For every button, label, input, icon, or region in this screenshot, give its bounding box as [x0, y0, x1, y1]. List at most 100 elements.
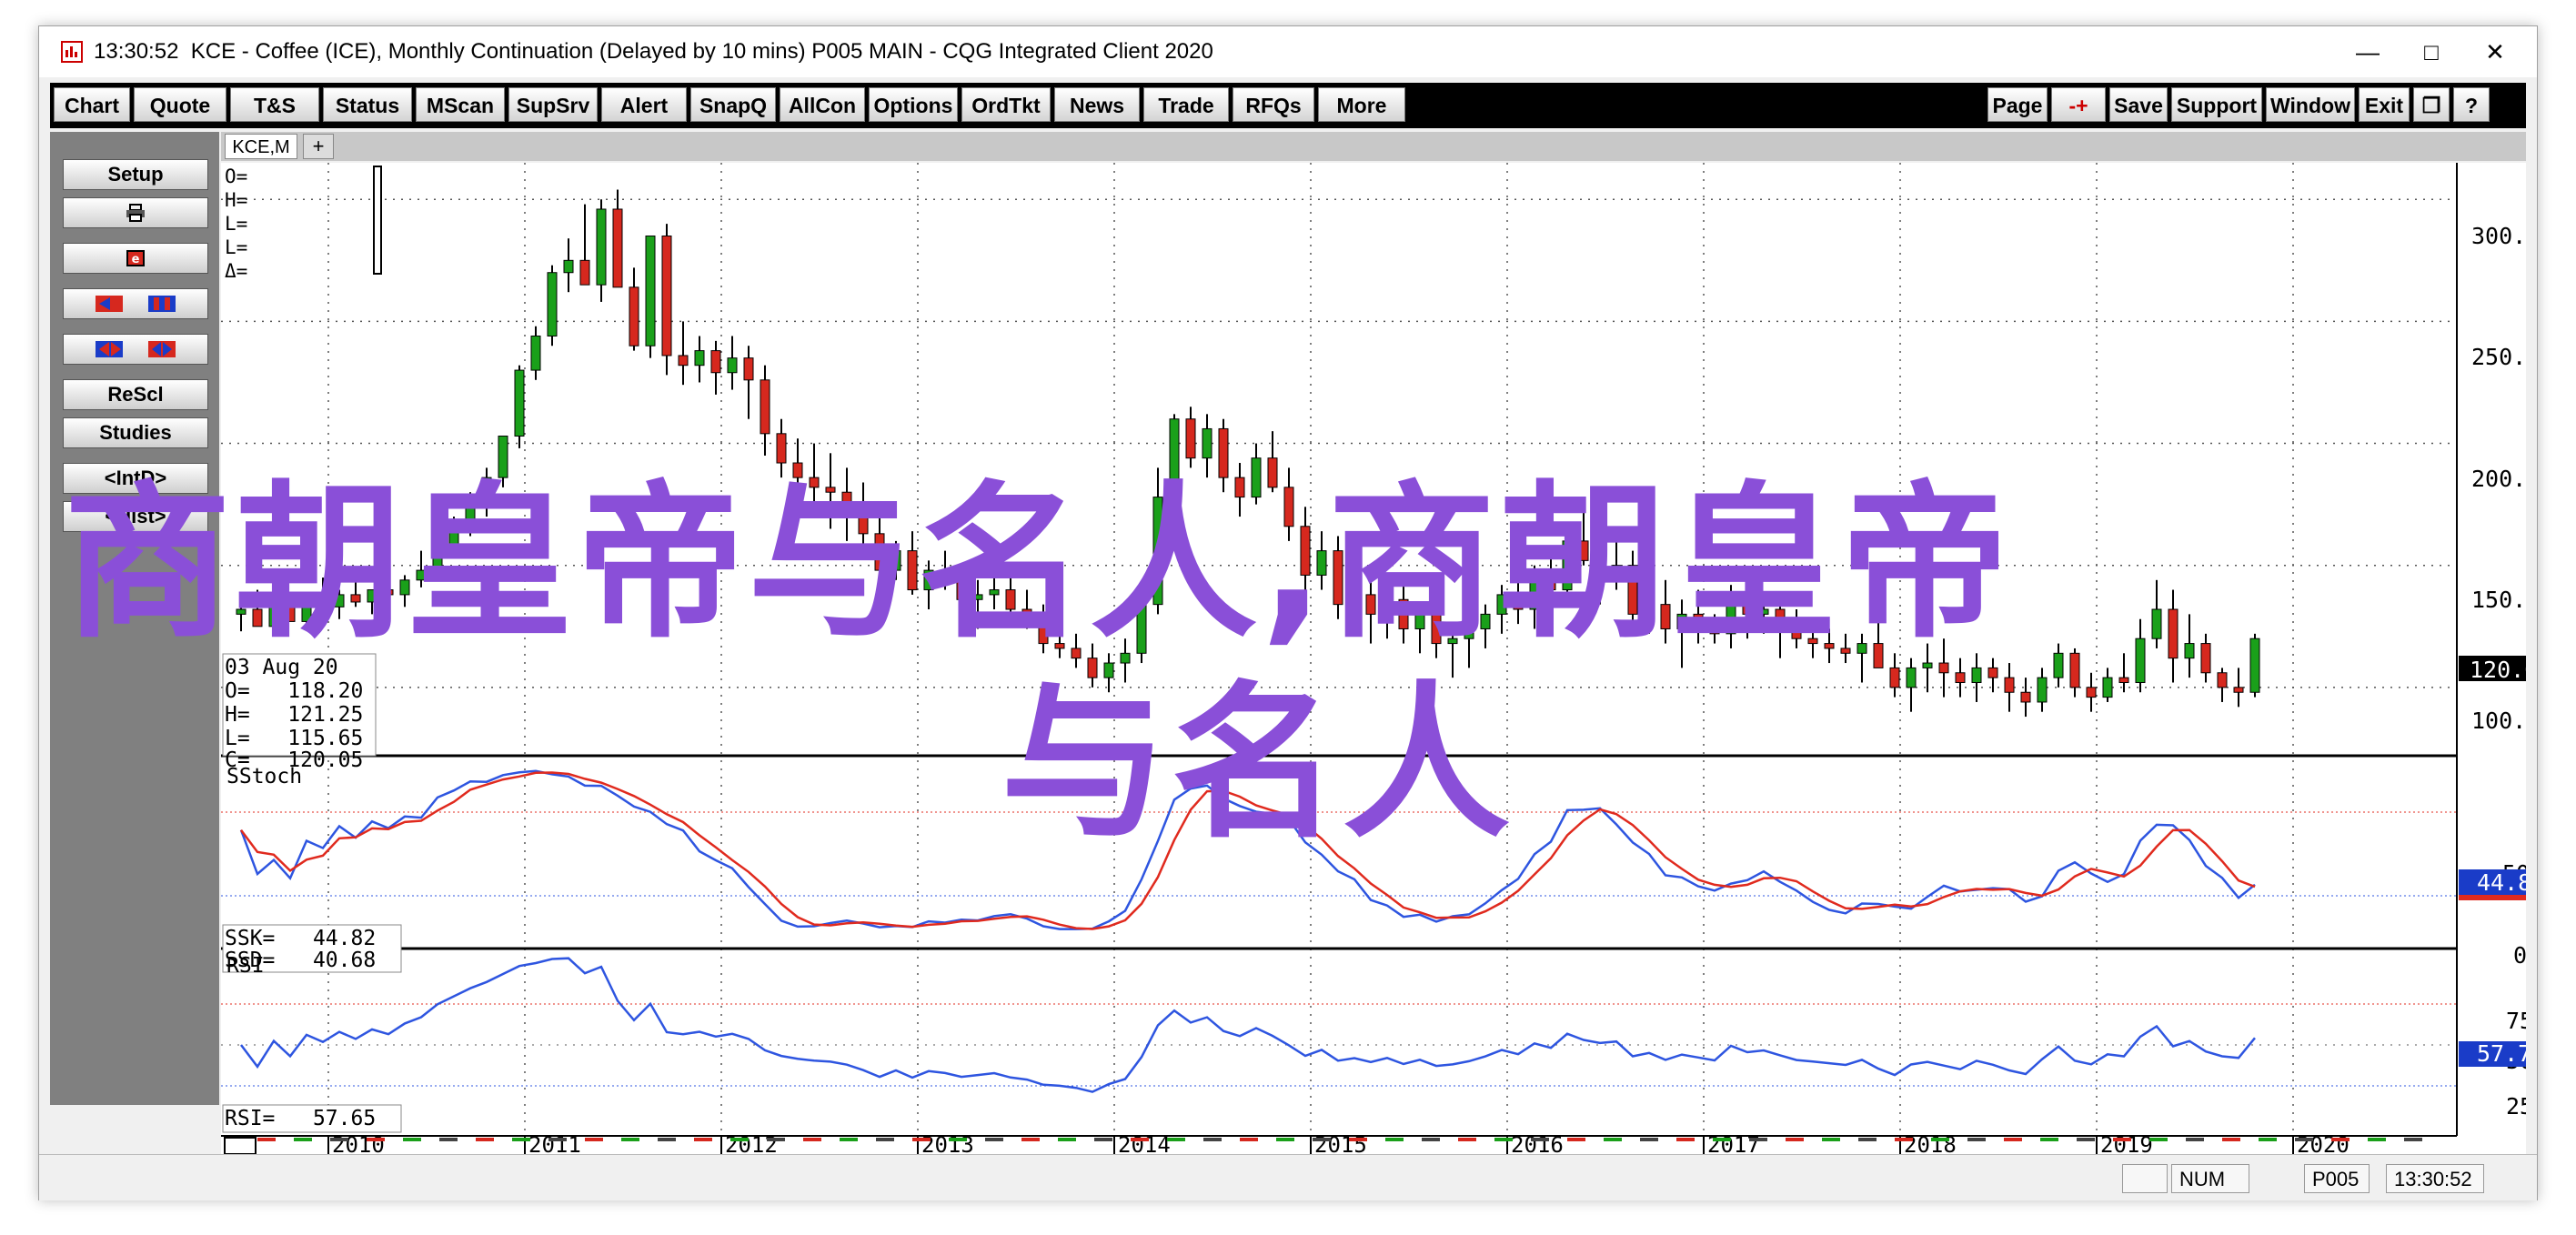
minimize-button[interactable]: — — [2340, 34, 2395, 70]
session-strip-segment — [1713, 1138, 1731, 1141]
session-strip-segment — [876, 1138, 894, 1141]
candle-body — [1545, 574, 1556, 591]
session-strip-segment — [367, 1138, 385, 1141]
toolbar-exit-button[interactable]: Exit — [2359, 87, 2410, 122]
session-strip-segment — [1858, 1138, 1877, 1141]
toolbar-window-button[interactable]: Window — [2266, 87, 2355, 122]
link-chart-icon[interactable]: e — [63, 243, 208, 274]
maximize-button[interactable]: □ — [2404, 34, 2459, 70]
window-title: 13:30:52 KCE - Coffee (ICE), Monthly Con… — [94, 39, 1213, 64]
candle-body — [514, 369, 525, 437]
toolbar-page-button[interactable]: Page — [1987, 87, 2048, 122]
cqg-app-icon — [61, 41, 83, 63]
toolbar-mscan-button[interactable]: MScan — [416, 87, 505, 122]
history-button[interactable]: <Hist> — [63, 501, 208, 532]
toolbar-chart-button[interactable]: Chart — [54, 87, 130, 122]
cursor-open: O= 118.20 — [225, 679, 363, 703]
toolbar-quote-button[interactable]: Quote — [134, 87, 226, 122]
candle-body — [2151, 608, 2162, 639]
toolbar-ordtkt-button[interactable]: OrdTkt — [961, 87, 1051, 122]
setup-button[interactable]: Setup — [63, 159, 208, 190]
close-button[interactable]: ✕ — [2468, 34, 2522, 70]
candle-body — [1021, 608, 1032, 620]
session-strip-segment — [476, 1138, 494, 1141]
toolbar-trade-button[interactable]: Trade — [1143, 87, 1229, 122]
toolbar-supsrv-button[interactable]: SupSrv — [508, 87, 598, 122]
rsi-value: RSI= 57.65 — [225, 1107, 376, 1130]
candle-body — [383, 589, 394, 596]
session-strip-segment — [1895, 1138, 1913, 1141]
rsi-tick: 75 — [2506, 1008, 2526, 1034]
toolbar-options-button[interactable]: Options — [869, 87, 958, 122]
candle-body — [1578, 540, 1589, 561]
toolbar-allcon-button[interactable]: AllCon — [780, 87, 865, 122]
candle-body — [1496, 594, 1507, 615]
candle-body — [1365, 594, 1376, 615]
candle-body — [1595, 559, 1605, 571]
session-strip-segment — [1967, 1138, 1986, 1141]
candle-body — [1693, 613, 1704, 625]
print-icon[interactable] — [63, 197, 208, 228]
session-strip-segment — [1640, 1138, 1658, 1141]
session-strip-segment — [1604, 1138, 1622, 1141]
candle-body — [268, 606, 279, 628]
session-strip-segment — [1313, 1138, 1331, 1141]
sstoch-tick: 0 — [2513, 942, 2526, 969]
intraday-button[interactable]: <IntD> — [63, 463, 208, 494]
zoom-chart-icons[interactable] — [63, 334, 208, 365]
session-strip-segment — [1422, 1138, 1440, 1141]
cursor-high: H= 121.25 — [225, 703, 363, 727]
price-chart[interactable]: 300.00 250.00 200.00 150.00 100.00 120.0… — [221, 163, 2526, 1154]
toolbar-ts-button[interactable]: T&S — [230, 87, 319, 122]
candle-body — [1087, 658, 1098, 678]
session-strip-segment — [1531, 1138, 1549, 1141]
session-strip-segment — [2186, 1138, 2204, 1141]
candle-body — [1267, 457, 1278, 488]
title-bar[interactable]: 13:30:52 KCE - Coffee (ICE), Monthly Con… — [39, 26, 2537, 77]
candle-body — [1398, 598, 1409, 629]
candle-body — [1775, 608, 1786, 625]
time-scroll-box[interactable] — [224, 1137, 257, 1154]
toolbar-status-button[interactable]: Status — [323, 87, 412, 122]
candle-body — [2217, 672, 2228, 688]
tab-kce-monthly[interactable]: KCE,M — [225, 134, 297, 159]
year-tick-label: 2019 — [2100, 1132, 2153, 1154]
status-num: NUM — [2171, 1164, 2249, 1193]
candle-body — [465, 501, 476, 527]
session-strip-segment — [621, 1138, 639, 1141]
toolbar-news-button[interactable]: News — [1054, 87, 1140, 122]
toolbar-snapq-button[interactable]: SnapQ — [690, 87, 776, 122]
toolbar-alert-button[interactable]: Alert — [601, 87, 687, 122]
candle-body — [1873, 643, 1884, 668]
candle-body — [563, 259, 574, 274]
candle-body — [498, 436, 508, 478]
rescale-button[interactable]: ReScl — [63, 379, 208, 410]
toolbar-restore-icon[interactable]: ❐ — [2413, 87, 2450, 122]
candle-body — [825, 487, 836, 493]
candle-body — [1955, 672, 1966, 684]
toolbar-help-button[interactable]: ? — [2453, 87, 2490, 122]
candle-body — [792, 462, 803, 478]
session-strip-segment — [1931, 1138, 1949, 1141]
candle-body — [2233, 687, 2244, 693]
candle-body — [285, 606, 296, 622]
candle-body — [350, 594, 361, 603]
candle-body — [1529, 574, 1540, 610]
toolbar-rfqs-button[interactable]: RFQs — [1233, 87, 1314, 122]
scroll-chart-icons[interactable] — [63, 288, 208, 319]
toolbar-save-button[interactable]: Save — [2109, 87, 2168, 122]
toolbar-font-size-button[interactable]: -+ — [2051, 87, 2106, 122]
sstoch-title: SStoch — [226, 765, 302, 788]
session-strip-segment — [2295, 1138, 2313, 1141]
candle-body — [481, 477, 492, 503]
toolbar-more-button[interactable]: More — [1318, 87, 1405, 122]
year-tick-label: 2013 — [921, 1132, 974, 1154]
session-strip-segment — [2149, 1138, 2168, 1141]
toolbar-support-button[interactable]: Support — [2171, 87, 2262, 122]
candle-body — [579, 259, 590, 286]
session-strip-segment — [403, 1138, 421, 1141]
session-strip-segment — [1058, 1138, 1076, 1141]
add-tab-button[interactable]: + — [303, 134, 334, 159]
studies-button[interactable]: Studies — [63, 417, 208, 448]
session-strip-segment — [658, 1138, 676, 1141]
